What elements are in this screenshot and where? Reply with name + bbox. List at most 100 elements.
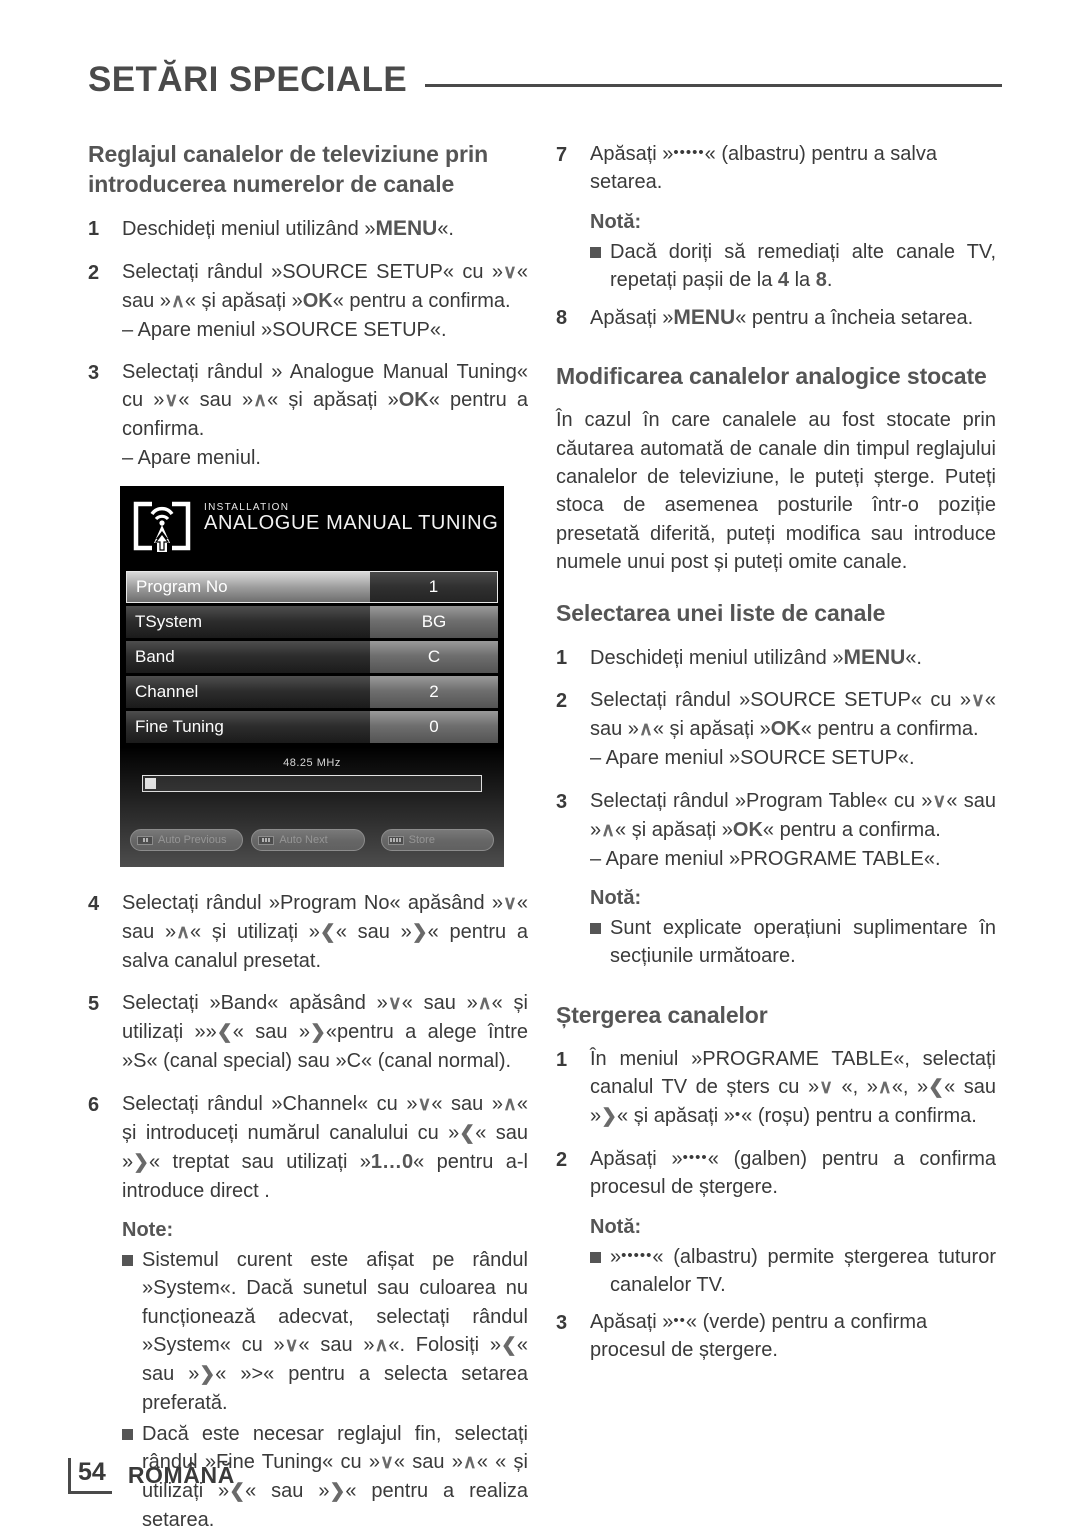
step-text: Selectați rândul »Program No« apăsând »∨… bbox=[122, 892, 529, 972]
tv-row-tsystem[interactable]: TSystem BG bbox=[126, 606, 498, 639]
red-button-dot-icon: • bbox=[734, 1106, 742, 1123]
arrow-left-icon: ❮ bbox=[319, 922, 336, 944]
step-ref-end: 8 bbox=[815, 269, 827, 292]
installation-antenna-icon bbox=[133, 501, 191, 553]
arrow-down-icon: ∨ bbox=[417, 1093, 432, 1115]
step-item: 6 Selectați rândul »Channel« cu »∨« sau … bbox=[88, 1090, 528, 1205]
arrow-right-icon: ❯ bbox=[199, 1364, 216, 1386]
tv-row-band[interactable]: Band C bbox=[126, 641, 498, 674]
tv-row-label: Band bbox=[126, 641, 370, 674]
blue-button-dots-icon: ••••• bbox=[673, 144, 705, 161]
step-number: 2 bbox=[556, 690, 568, 713]
tv-row-label: Channel bbox=[126, 676, 370, 709]
tv-menu-screenshot: INSTALLATION ANALOGUE MANUAL TUNING Prog… bbox=[120, 486, 504, 868]
arrow-left-icon: ❮ bbox=[459, 1122, 476, 1144]
arrow-up-icon: ∧ bbox=[877, 1077, 892, 1099]
note-text: »•••••« (albastru) permite ștergerea tut… bbox=[610, 1245, 996, 1297]
tv-signal-bar-fill bbox=[145, 778, 156, 790]
page-number-bracket: 54 bbox=[68, 1458, 112, 1494]
tv-button-label: Auto Previous bbox=[158, 834, 227, 847]
step-text: Deschideți meniul utilizând »MENU«. bbox=[590, 645, 922, 669]
ok-key-label: OK bbox=[770, 718, 801, 741]
note-bullet: Sunt explicate operațiuni suplimentare î… bbox=[590, 914, 996, 971]
tv-row-channel[interactable]: Channel 2 bbox=[126, 676, 498, 709]
arrow-up-icon: ∧ bbox=[462, 1451, 477, 1473]
page-footer: 54 ROMÂNĂ bbox=[68, 1458, 235, 1494]
step-text: Apăsați »•••••« (albastru) pentru a salv… bbox=[590, 143, 937, 194]
arrow-up-icon: ∧ bbox=[170, 290, 185, 312]
note-bullet: »•••••« (albastru) permite ștergerea tut… bbox=[590, 1243, 996, 1300]
step-item: 7 Apăsați »•••••« (albastru) pentru a sa… bbox=[556, 140, 996, 197]
step-result: – Apare meniul »PROGRAME TABLE«. bbox=[590, 847, 941, 870]
tv-button-label: Store bbox=[408, 834, 435, 847]
tv-row-label: Program No bbox=[126, 571, 370, 604]
page-title: SETĂRI SPECIALE bbox=[88, 60, 408, 99]
section-heading-modify: Modificarea canalelor analogice stocate bbox=[556, 363, 987, 390]
tv-row-value: BG bbox=[370, 606, 498, 639]
arrow-right-icon: ❯ bbox=[309, 1022, 326, 1044]
step-item: 3 Selectați rândul »Program Table« cu »∨… bbox=[556, 787, 996, 873]
menu-key-label: MENU bbox=[375, 216, 438, 240]
step-ref-start: 4 bbox=[777, 269, 790, 292]
arrow-left-icon: ❮ bbox=[216, 1022, 233, 1044]
step-item: 1 Deschideți meniul utilizând »MENU«. bbox=[88, 214, 528, 244]
section-heading-delete: Ștergerea canalelor bbox=[556, 1001, 768, 1028]
step-text: Selectați rândul »SOURCE SETUP« cu »∨« s… bbox=[122, 260, 528, 312]
step-number: 1 bbox=[88, 217, 100, 240]
tv-menu-title: ANALOGUE MANUAL TUNING bbox=[204, 512, 499, 535]
tv-row-program-no[interactable]: Program No 1 bbox=[126, 571, 498, 604]
step-text: În meniul »PROGRAME TABLE«, selectați ca… bbox=[590, 1047, 996, 1127]
arrow-down-icon: ∨ bbox=[932, 790, 947, 812]
tv-row-label: TSystem bbox=[126, 606, 370, 639]
tv-row-label: Fine Tuning bbox=[126, 711, 370, 744]
arrow-right-icon: ❯ bbox=[601, 1106, 618, 1127]
note-bullet: Dacă doriți să remediați alte canale TV,… bbox=[590, 238, 996, 295]
right-column: 7 Apăsați »•••••« (albastru) pentru a sa… bbox=[556, 140, 996, 1378]
ok-key-label: OK bbox=[398, 389, 429, 412]
note-heading: Note: bbox=[122, 1219, 174, 1242]
tv-row-value: 2 bbox=[370, 676, 498, 709]
tv-row-value: 0 bbox=[370, 711, 498, 744]
tv-store-button[interactable]: Store bbox=[380, 829, 494, 852]
page-header: SETĂRI SPECIALE bbox=[88, 52, 1002, 108]
left-column: Reglajul canalelor de televiziune prin i… bbox=[88, 140, 528, 1536]
page-number: 54 bbox=[78, 1458, 106, 1486]
arrow-up-icon: ∧ bbox=[374, 1335, 389, 1357]
green-button-dots-icon: •• bbox=[673, 1311, 686, 1329]
step-number: 5 bbox=[88, 993, 100, 1016]
step-text: Apăsați »••••« (galben) pentru a confirm… bbox=[590, 1147, 997, 1199]
arrow-left-icon: ❮ bbox=[500, 1335, 517, 1357]
step-number: 3 bbox=[88, 361, 100, 384]
step-number: 4 bbox=[88, 893, 100, 916]
step-text: Selectați rândul »SOURCE SETUP« cu »∨« s… bbox=[590, 689, 996, 741]
arrow-right-icon: ❯ bbox=[329, 1480, 346, 1502]
numeric-keys-label: 1…0 bbox=[370, 1150, 414, 1173]
step-number: 2 bbox=[88, 261, 100, 284]
language-label: ROMÂNĂ bbox=[127, 1462, 235, 1488]
header-rule bbox=[425, 83, 1002, 87]
ok-key-label: OK bbox=[302, 289, 333, 312]
tv-button-label: Auto Next bbox=[279, 834, 328, 847]
step-number: 3 bbox=[556, 790, 568, 813]
tv-auto-next-button[interactable]: Auto Next bbox=[251, 829, 365, 852]
arrow-up-icon: ∧ bbox=[638, 719, 653, 741]
blue-button-dots-icon: ••••• bbox=[621, 1246, 653, 1264]
bullet-square-icon bbox=[122, 1246, 142, 1418]
step-item: 8 Apăsați »MENU« pentru a încheia setare… bbox=[556, 303, 996, 333]
section-heading-tuning: Reglajul canalelor de televiziune prin i… bbox=[88, 141, 489, 197]
arrow-right-icon: ❯ bbox=[133, 1151, 150, 1173]
ok-key-label: OK bbox=[732, 818, 763, 841]
tv-frequency-readout: 48.25 MHz bbox=[283, 757, 341, 770]
step-number: 6 bbox=[88, 1093, 100, 1116]
tv-row-fine-tuning[interactable]: Fine Tuning 0 bbox=[126, 711, 498, 744]
note-text: Sistemul curent este afișat pe rândul »S… bbox=[142, 1249, 528, 1415]
step-text: Apăsați »••« (verde) pentru a confirma p… bbox=[590, 1310, 928, 1361]
tv-row-value: C bbox=[370, 641, 498, 674]
tv-signal-bar bbox=[142, 775, 482, 793]
step-number: 1 bbox=[556, 1048, 568, 1071]
step-text: Selectați rândul » Analogue Manual Tunin… bbox=[122, 360, 528, 441]
tv-auto-previous-button[interactable]: Auto Previous bbox=[130, 829, 244, 852]
step-text: Selectați rândul »Program Table« cu »∨« … bbox=[590, 789, 996, 841]
arrow-down-icon: ∨ bbox=[819, 1077, 834, 1099]
note-text: Dacă doriți să remediați alte canale TV,… bbox=[610, 240, 996, 292]
